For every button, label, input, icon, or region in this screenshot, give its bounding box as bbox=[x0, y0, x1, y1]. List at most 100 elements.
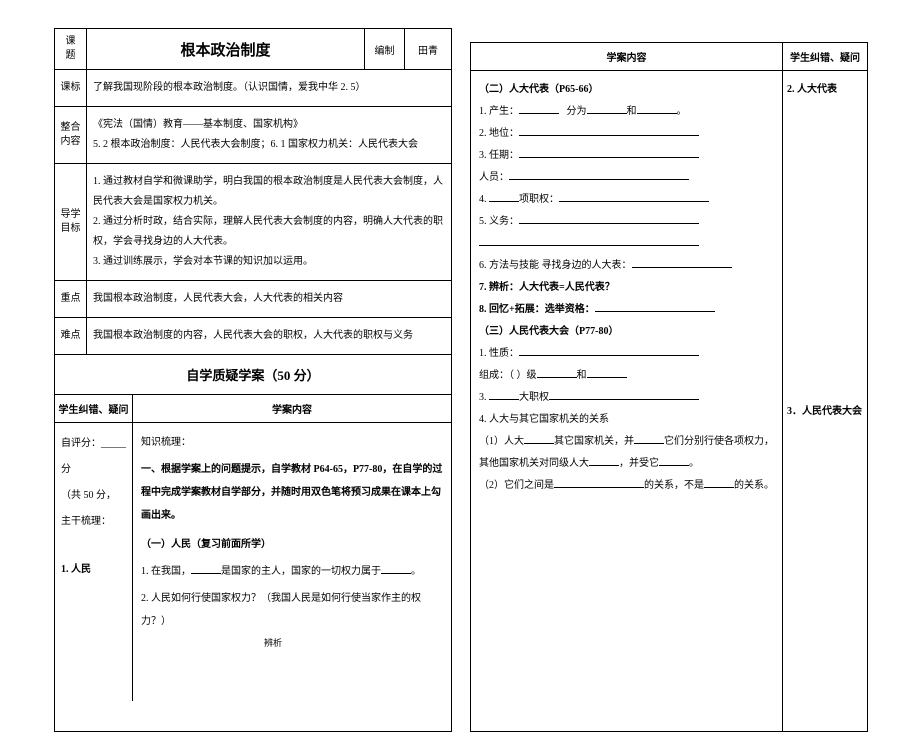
section-title: 自学质疑学案（50 分） bbox=[55, 355, 451, 395]
blank bbox=[509, 171, 689, 180]
s2-title: （二）人大代表（P65-66） bbox=[479, 79, 774, 101]
body-left: 自评分：_____分 （共 50 分， 主干梳理： 1. 人民 bbox=[55, 423, 133, 701]
s2-2-lbl: 2. 地位： bbox=[479, 128, 519, 139]
nandian-label: 难点 bbox=[55, 318, 87, 354]
zhenghe-content: 《宪法（国情）教育——基本制度、国家机构》 5. 2 根本政治制度：人民代表大会… bbox=[87, 107, 451, 163]
zhongdian-content: 我国根本政治制度，人民代表大会，人大代表的相关内容 bbox=[87, 281, 451, 317]
blank bbox=[489, 193, 519, 202]
r-body-row: （二）人大代表（P65-66） 1. 产生： 分为和。 2. 地位： 3. 任期… bbox=[471, 71, 867, 731]
s3-3: 3. 大职权 bbox=[479, 387, 774, 409]
s3-3a: 3. bbox=[479, 392, 489, 403]
s2-7: 7. 辨析：人大代表=人民代表？ bbox=[479, 277, 774, 299]
s3-42c: 的关系。 bbox=[734, 480, 774, 491]
s3-1: 1. 性质： bbox=[479, 343, 774, 365]
s3-1b: 组成：（ ）级 和 bbox=[479, 365, 774, 387]
bl-3: 主干梳理： bbox=[61, 509, 126, 535]
daoxue-line1: 1. 通过教材自学和微课助学，明白我国的根本政治制度是人民代表大会制度，人民代表… bbox=[93, 172, 445, 212]
row-zhongdian: 重点 我国根本政治制度，人民代表大会，人大代表的相关内容 bbox=[55, 281, 451, 318]
sub-header-row: 学生纠错、疑问 学案内容 bbox=[55, 395, 451, 423]
s2-5: 5. 义务： bbox=[479, 211, 774, 233]
nandian-content: 我国根本政治制度的内容，人民代表大会的职权，人大代表的职权与义务 bbox=[87, 318, 451, 354]
s3-3b: 大职权 bbox=[519, 392, 549, 403]
zhongdian-label: 重点 bbox=[55, 281, 87, 317]
daoxue-line3: 3. 通过训练展示，学会对本节课的知识加以运用。 bbox=[93, 252, 445, 272]
s3-41: （1）人大其它国家机关，并它们分别行使各项权力，其他国家机关对同级人大，并受它。 bbox=[479, 431, 774, 475]
r-body-side: 2. 人大代表 3．人民代表大会 bbox=[783, 71, 867, 731]
blank bbox=[589, 457, 619, 466]
compiler-value: 田青 bbox=[405, 29, 451, 69]
row-kebiao: 课标 了解我国现阶段的根本政治制度。（认识国情，爱我中华 2. 5） bbox=[55, 70, 451, 107]
r-header-main: 学案内容 bbox=[471, 43, 783, 70]
daoxue-label: 导学 目标 bbox=[55, 164, 87, 280]
zhenghe-label: 整合 内容 bbox=[55, 107, 87, 163]
s2-1a: 1. 产生： bbox=[479, 106, 519, 117]
r-body-main: （二）人大代表（P65-66） 1. 产生： 分为和。 2. 地位： 3. 任期… bbox=[471, 71, 783, 731]
s2-3b-lbl: 人员： bbox=[479, 172, 509, 183]
blank bbox=[524, 435, 554, 444]
blank bbox=[632, 259, 732, 268]
s2-3-lbl: 3. 任期： bbox=[479, 150, 519, 161]
s2-3b: 人员： bbox=[479, 167, 774, 189]
blank bbox=[489, 391, 519, 400]
blank bbox=[549, 391, 699, 400]
row-zhenghe: 整合 内容 《宪法（国情）教育——基本制度、国家机构》 5. 2 根本政治制度：… bbox=[55, 107, 451, 164]
br-5: 2. 人民如何行使国家权力？（我国人民是如何行使当家作主的权力？） bbox=[141, 587, 443, 633]
s2-1: 1. 产生： 分为和。 bbox=[479, 101, 774, 123]
footer-fragment: 辨析 bbox=[264, 636, 282, 649]
body-row: 自评分：_____分 （共 50 分， 主干梳理： 1. 人民 知识梳理： 一、… bbox=[55, 423, 451, 701]
s2-5b bbox=[479, 233, 774, 255]
body-right: 知识梳理： 一、根据学案上的问题提示，自学教材 P64-65，P77-80，在自… bbox=[133, 423, 451, 701]
s3-1c: 和 bbox=[577, 370, 587, 381]
daoxue-content: 1. 通过教材自学和微课助学，明白我国的根本政治制度是人民代表大会制度，人民代表… bbox=[87, 164, 451, 280]
s2-8: 8. 回忆+拓展：选举资格： bbox=[479, 299, 774, 321]
s3-4: 4. 人大与其它国家机关的关系 bbox=[479, 409, 774, 431]
s3-41b: 其它国家机关，并 bbox=[554, 436, 634, 447]
blank bbox=[479, 237, 699, 246]
blank bbox=[191, 565, 221, 574]
r-header-side: 学生纠错、疑问 bbox=[783, 43, 867, 70]
s2-2: 2. 地位： bbox=[479, 123, 774, 145]
blank bbox=[519, 149, 699, 158]
blank bbox=[595, 303, 715, 312]
sub-header-right: 学案内容 bbox=[133, 395, 451, 422]
s3-41a: （1）人大 bbox=[479, 436, 524, 447]
kebiao-content: 了解我国现阶段的根本政治制度。（认识国情，爱我中华 2. 5） bbox=[87, 70, 451, 106]
blank bbox=[659, 457, 689, 466]
bl-2: （共 50 分， bbox=[61, 483, 126, 509]
s2-3: 3. 任期： bbox=[479, 145, 774, 167]
br-4: 1. 在我国，是国家的主人，国家的一切权力属于。 bbox=[141, 560, 443, 583]
s3-1b-lbl: 组成：（ ）级 bbox=[479, 370, 537, 381]
s2-6-lbl: 6. 方法与技能 寻找身边的人大表： bbox=[479, 260, 632, 271]
s2-1b: 分为 bbox=[567, 106, 587, 117]
side-n3: 3．人民代表大会 bbox=[787, 401, 863, 423]
blank bbox=[587, 105, 627, 114]
br-1: 知识梳理： bbox=[141, 431, 443, 454]
zhenghe-line1: 《宪法（国情）教育——基本制度、国家机构》 bbox=[93, 115, 445, 135]
blank bbox=[519, 127, 699, 136]
blank bbox=[381, 565, 411, 574]
br-4-post: 是国家的主人，国家的一切权力属于 bbox=[221, 566, 381, 577]
s3-41d: ，并受它 bbox=[619, 458, 659, 469]
br-2: 一、根据学案上的问题提示，自学教材 P64-65，P77-80，在自学的过程中完… bbox=[141, 458, 443, 527]
kebiao-label: 课标 bbox=[55, 70, 87, 106]
br-4-pre: 1. 在我国， bbox=[141, 566, 191, 577]
s2-6: 6. 方法与技能 寻找身边的人大表： bbox=[479, 255, 774, 277]
s2-4b: 项职权： bbox=[519, 194, 559, 205]
bl-4: 1. 人民 bbox=[61, 557, 126, 583]
spacer bbox=[141, 633, 443, 693]
topic-label: 课 题 bbox=[55, 29, 87, 69]
blank bbox=[519, 347, 699, 356]
sub-header-left: 学生纠错、疑问 bbox=[55, 395, 133, 422]
s3-1a: 1. 性质： bbox=[479, 348, 519, 359]
s3-42: （2）它们之间是的关系，不是的关系。 bbox=[479, 475, 774, 497]
s2-4: 4. 项职权： bbox=[479, 189, 774, 211]
s2-1c: 和 bbox=[627, 106, 637, 117]
s3-42b: 的关系，不是 bbox=[644, 480, 704, 491]
compiler-label: 编制 bbox=[365, 29, 405, 69]
br-3: （一）人民（复习前面所学） bbox=[141, 533, 443, 556]
daoxue-line2: 2. 通过分析时政，结合实际，理解人民代表大会制度的内容，明确人大代表的职权，学… bbox=[93, 212, 445, 252]
blank bbox=[704, 479, 734, 488]
header-row: 课 题 根本政治制度 编制 田青 bbox=[55, 29, 451, 70]
r-header-row: 学案内容 学生纠错、疑问 bbox=[471, 43, 867, 71]
row-nandian: 难点 我国根本政治制度的内容，人民代表大会的职权，人大代表的职权与义务 bbox=[55, 318, 451, 355]
